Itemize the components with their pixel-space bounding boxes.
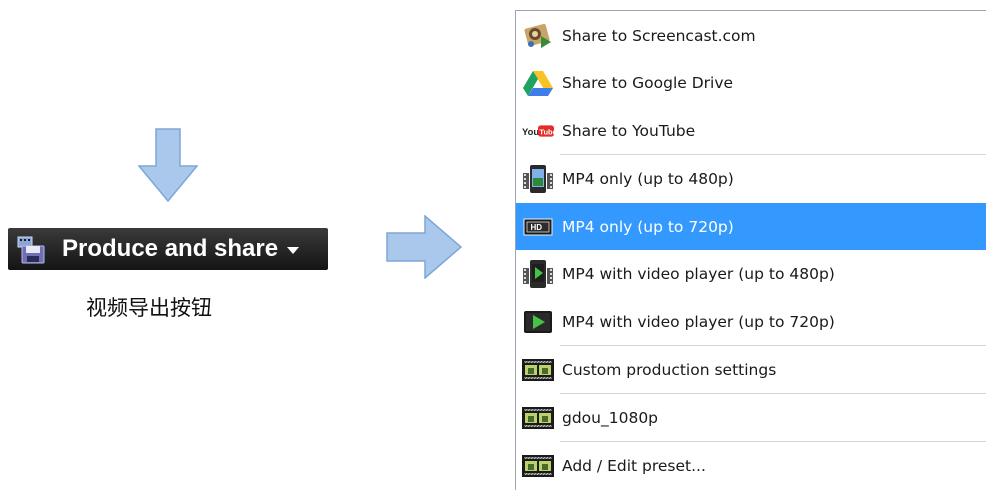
menu-item-label: Share to YouTube [562,121,696,140]
menu-item-custom-production[interactable]: Custom production settings [516,346,986,393]
down-arrow-icon [138,128,198,202]
menu-item-label: Add / Edit preset... [562,456,706,475]
svg-text:HD: HD [531,223,543,232]
menu-item-label: gdou_1080p [562,408,659,427]
produce-share-menu: Share to Screencast.com Share to Google … [515,10,986,490]
svg-text:Tube: Tube [539,127,554,136]
film-strip-icon [522,355,554,385]
menu-item-mp4-720p[interactable]: HD MP4 only (up to 720p) [516,203,986,250]
button-caption: 视频导出按钮 [86,296,212,320]
menu-item-label: Share to Screencast.com [562,26,756,45]
menu-item-share-screencast[interactable]: Share to Screencast.com [516,12,986,59]
menu-item-label: MP4 with video player (up to 480p) [562,264,835,283]
menu-item-mp4-player-720p[interactable]: MP4 with video player (up to 720p) [516,298,986,345]
film-strip-icon [522,403,554,433]
menu-item-share-google-drive[interactable]: Share to Google Drive [516,59,986,106]
produce-and-share-button[interactable]: Produce and share [8,228,328,270]
menu-item-add-edit-preset[interactable]: Add / Edit preset... [516,442,986,489]
menu-item-preset-gdou-1080p[interactable]: gdou_1080p [516,394,986,441]
produce-button-label: Produce and share [62,235,279,262]
menu-item-label: Custom production settings [562,360,777,379]
svg-text:You: You [522,125,539,136]
play-icon [522,307,554,337]
menu-item-label: MP4 only (up to 480p) [562,169,734,188]
menu-item-share-youtube[interactable]: You Tube Share to YouTube [516,107,986,154]
film-strip-icon [522,451,554,481]
youtube-icon: You Tube [522,116,554,146]
hd-icon: HD [522,212,554,242]
film-save-icon [17,236,45,264]
menu-item-label: MP4 with video player (up to 720p) [562,312,835,331]
phone-player-icon [522,259,554,289]
menu-item-mp4-480p[interactable]: MP4 only (up to 480p) [516,155,986,202]
menu-item-mp4-player-480p[interactable]: MP4 with video player (up to 480p) [516,250,986,297]
google-drive-icon [522,68,554,98]
phone-video-icon [522,164,554,194]
screencast-icon [522,21,554,51]
menu-item-label: Share to Google Drive [562,73,734,92]
caret-down-icon[interactable] [287,247,300,255]
right-arrow-icon [386,215,462,279]
menu-item-label: MP4 only (up to 720p) [562,217,734,236]
